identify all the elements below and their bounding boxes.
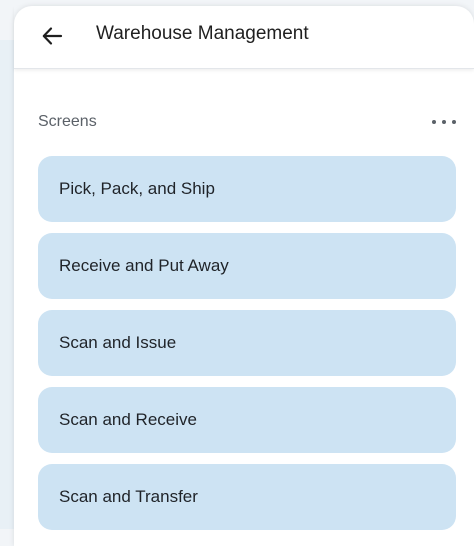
screen-item-scan-receive[interactable]: Scan and Receive	[38, 387, 456, 453]
screen-item-label: Pick, Pack, and Ship	[59, 179, 215, 198]
screen-item-label: Scan and Issue	[59, 333, 177, 352]
section-label: Screens	[38, 113, 97, 130]
arrow-left-icon	[42, 27, 63, 45]
back-button[interactable]	[34, 18, 70, 54]
more-horizontal-icon	[432, 120, 456, 124]
screen-item-scan-issue[interactable]: Scan and Issue	[38, 310, 456, 376]
screen-item-label: Scan and Receive	[59, 410, 197, 429]
screens-list: Pick, Pack, and Ship Receive and Put Awa…	[38, 156, 456, 541]
screens-card: Warehouse Management Screens Pick, Pack,…	[14, 6, 474, 546]
app-bar: Warehouse Management	[14, 6, 474, 69]
more-options-button[interactable]	[426, 109, 462, 135]
screen-item-label: Receive and Put Away	[59, 256, 229, 275]
page-title: Warehouse Management	[96, 23, 309, 44]
screen-item-scan-transfer[interactable]: Scan and Transfer	[38, 464, 456, 530]
screen-item-label: Scan and Transfer	[59, 487, 198, 506]
screen-item-pick-pack-ship[interactable]: Pick, Pack, and Ship	[38, 156, 456, 222]
screen-item-receive-put-away[interactable]: Receive and Put Away	[38, 233, 456, 299]
